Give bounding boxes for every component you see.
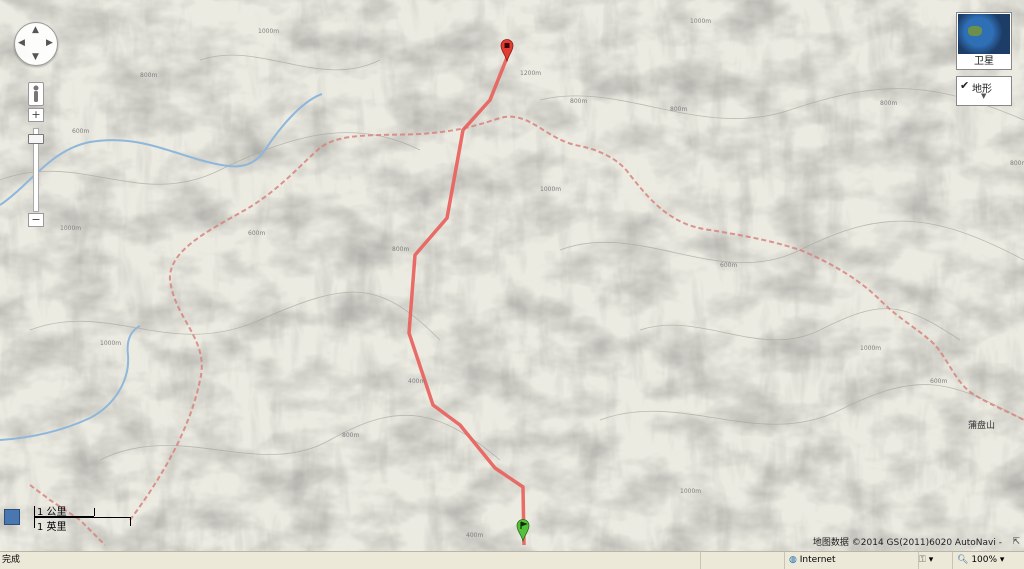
contour-label: 600m (72, 128, 90, 135)
green-flag-marker-icon[interactable] (516, 518, 530, 542)
map-type-control: 卫星 ✔ 地形 ▼ (956, 12, 1012, 106)
zoom-control: + − (28, 82, 44, 230)
checkmark-icon: ✔ (960, 79, 970, 92)
contour-label: 1000m (860, 345, 882, 352)
satellite-thumbnail-icon (958, 14, 1010, 54)
contour-label: 800m (392, 246, 410, 253)
scale-mile-label: 1 英里 (37, 522, 67, 533)
zone-label: Internet (799, 555, 836, 565)
zoom-level-button[interactable]: 🔍︎ 100% ▾ (952, 552, 1024, 569)
chevron-down-icon: ▾ (999, 555, 1005, 565)
contour-label: 1000m (690, 18, 712, 25)
contour-label: 400m (466, 532, 484, 539)
contour-label: 600m (248, 230, 266, 237)
magnifier-icon: 🔍︎ (957, 555, 969, 565)
map-canvas[interactable]: 1000m 1200m 1000m 800m 800m 800m 1000m 1… (0, 0, 1024, 551)
status-blank (700, 552, 781, 569)
pan-left-icon[interactable]: ◀ (18, 39, 25, 48)
pan-right-icon[interactable]: ▶ (46, 39, 53, 48)
satellite-button[interactable]: 卫星 (956, 12, 1012, 70)
contour-label: 600m (930, 378, 948, 385)
scale-bar: 1 公里 1 英里 (4, 500, 134, 533)
resize-corner-icon[interactable]: ⇱ (1012, 537, 1020, 547)
contour-label: 1000m (100, 340, 122, 347)
globe-icon: ◍ (789, 555, 797, 565)
protected-mode-dropdown[interactable]: ⚿ ▾ (918, 552, 949, 569)
zoom-out-button[interactable]: − (28, 213, 44, 227)
chevron-down-icon[interactable]: ▼ (981, 92, 986, 100)
contour-label: 1000m (680, 488, 702, 495)
status-text: 完成 (2, 555, 21, 565)
scale-km-label: 1 公里 (37, 507, 67, 518)
pegman-icon[interactable] (28, 82, 44, 106)
attribution-text: 地图数据 ©2014 GS(2011)6020 AutoNavi - (812, 538, 1002, 548)
scale-tick (94, 508, 95, 516)
satellite-label: 卫星 (974, 56, 994, 67)
contour-label: 800m (570, 98, 588, 105)
zoom-slider-handle[interactable] (28, 134, 44, 144)
security-zone: ◍ Internet (784, 552, 909, 569)
contour-label: 1000m (540, 186, 562, 193)
pan-down-icon[interactable]: ▼ (32, 53, 39, 62)
contour-label: 800m (670, 106, 688, 113)
contour-label: 800m (140, 72, 158, 79)
contour-label: 800m (342, 432, 360, 439)
zoom-level-text: 100% (971, 555, 998, 565)
terrain-button[interactable]: ✔ 地形 ▼ (956, 76, 1012, 106)
scale-toggle-icon[interactable] (4, 509, 20, 525)
pan-up-icon[interactable]: ▲ (32, 26, 39, 35)
contour-label: 1000m (258, 28, 280, 35)
place-label: 蒲盘山 (968, 421, 996, 431)
scale-tick (130, 517, 131, 526)
browser-status-bar: 完成 ◍ Internet ⚿ ▾ 🔍︎ 100% ▾ (0, 551, 1024, 569)
contour-label: 800m (1010, 160, 1024, 167)
chevron-down-icon: ▾ (928, 555, 934, 565)
contour-label: 400m (408, 378, 426, 385)
contour-label: 1200m (520, 70, 542, 77)
zoom-in-button[interactable]: + (28, 108, 44, 122)
lock-icon: ⚿ (919, 555, 926, 565)
contour-label: 800m (880, 100, 898, 107)
pan-control[interactable]: ▲ ▼ ◀ ▶ (14, 22, 58, 66)
contour-label: 1000m (60, 225, 82, 232)
red-end-marker-icon[interactable] (500, 38, 514, 62)
contour-label: 600m (720, 262, 738, 269)
terrain-layer (0, 0, 1024, 551)
